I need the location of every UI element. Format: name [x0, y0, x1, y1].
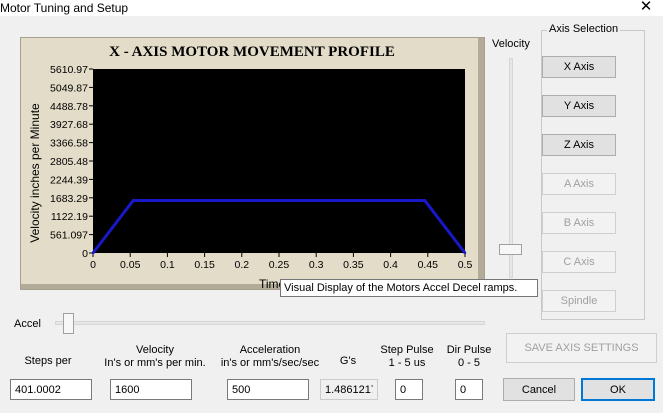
a-axis-button[interactable]: A Axis — [542, 173, 616, 195]
profile-point — [131, 199, 135, 202]
axis-selection-title: Axis Selection — [547, 23, 621, 35]
gs-readout — [320, 379, 378, 400]
motor-profile-chart: X - AXIS MOTOR MOVEMENT PROFILE 0 561.097 1… — [28, 44, 473, 290]
step-pulse-header: Step Pulse 1 - 5 us — [375, 344, 439, 370]
velocity-slider-thumb[interactable] — [499, 243, 522, 255]
steps-per-header: Steps per — [24, 355, 72, 367]
plot-area — [93, 69, 465, 253]
x-tick-label: 0.2 — [234, 259, 249, 271]
acceleration-input[interactable] — [227, 379, 309, 400]
y-tick-label: 561.097 — [50, 230, 88, 242]
x-tick-label: 0.25 — [269, 259, 290, 271]
velocity-slider-label: Velocity — [492, 38, 530, 50]
profile-point — [91, 251, 95, 255]
y-tick-label: 0 — [82, 248, 88, 260]
cancel-button[interactable]: Cancel — [503, 378, 575, 401]
step-pulse-input[interactable] — [395, 379, 423, 400]
velocity-header-line1: Velocity — [136, 344, 174, 356]
chart-tooltip: Visual Display of the Motors Accel Decel… — [280, 279, 538, 297]
y-axis-label: Velocity inches per Minute — [28, 103, 42, 243]
x-tick-label: 0.35 — [343, 259, 364, 271]
dir-pulse-header-line2: 0 - 5 — [457, 357, 480, 369]
chart-title: X - AXIS MOTOR MOVEMENT PROFILE — [109, 44, 395, 60]
x-tick-label: 0.3 — [309, 259, 324, 271]
step-pulse-header-line1: Step Pulse — [380, 344, 434, 356]
acceleration-header-line2: in's or mm's/sec/sec — [220, 357, 320, 369]
profile-point — [423, 199, 427, 202]
b-axis-button[interactable]: B Axis — [542, 212, 616, 234]
spindle-button[interactable]: Spindle — [542, 290, 616, 312]
window-title: Motor Tuning and Setup — [0, 1, 129, 15]
x-axis-button[interactable]: X Axis — [542, 56, 616, 78]
x-tick-label: 0.45 — [418, 259, 439, 271]
x-tick-label: 0.5 — [458, 259, 473, 271]
save-axis-settings-button[interactable]: SAVE AXIS SETTINGS — [506, 333, 657, 363]
ok-button[interactable]: OK — [581, 378, 655, 401]
y-tick-label: 3927.68 — [50, 119, 88, 131]
y-tick-label: 1122.19 — [51, 211, 88, 223]
dir-pulse-input[interactable] — [455, 379, 483, 400]
y-tick-label: 3366.58 — [50, 138, 88, 150]
velocity-header: Velocity In's or mm's per min. — [100, 344, 210, 370]
y-axis-button[interactable]: Y Axis — [542, 95, 616, 117]
dir-pulse-header: Dir Pulse 0 - 5 — [442, 344, 496, 370]
c-axis-button[interactable]: C Axis — [542, 251, 616, 273]
acceleration-header-line1: Acceleration — [239, 344, 301, 356]
x-tick-label: 0.15 — [194, 259, 215, 271]
y-tick-label: 5049.87 — [50, 82, 88, 94]
velocity-header-line2: In's or mm's per min. — [104, 357, 206, 369]
accel-slider-label: Accel — [14, 318, 41, 330]
z-axis-button[interactable]: Z Axis — [542, 134, 616, 156]
accel-slider-thumb[interactable] — [63, 313, 75, 334]
profile-point — [463, 251, 467, 255]
step-pulse-header-line2: 1 - 5 us — [388, 357, 426, 369]
x-tick-label: 0.4 — [383, 259, 398, 271]
y-tick-label: 1683.29 — [50, 193, 88, 205]
dir-pulse-header-line1: Dir Pulse — [446, 344, 492, 356]
acceleration-header: Acceleration in's or mm's/sec/sec — [215, 344, 325, 370]
x-tick-label: 0.05 — [120, 259, 141, 271]
close-icon[interactable]: ✕ — [636, 0, 656, 16]
x-tick-label: 0.1 — [160, 259, 175, 271]
y-tick-label: 2805.48 — [50, 156, 88, 168]
steps-per-input[interactable] — [10, 379, 92, 400]
y-tick-label: 2244.39 — [50, 174, 88, 186]
y-tick-label: 5610.97 — [50, 64, 88, 76]
gs-header: G's — [339, 355, 357, 367]
y-tick-label: 4488.78 — [50, 101, 88, 113]
velocity-input[interactable] — [110, 379, 192, 400]
x-tick-label: 0 — [90, 259, 96, 271]
accel-slider-track[interactable] — [55, 321, 485, 325]
